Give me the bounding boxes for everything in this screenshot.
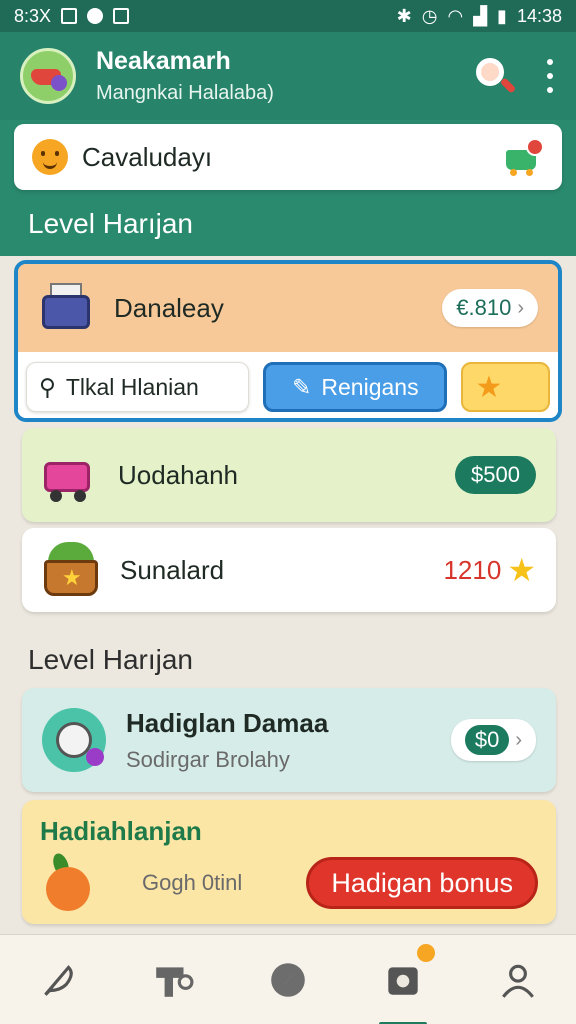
sub-tabs: ⚲ Tlkal Hlanian ✎ Renigans ★ bbox=[18, 352, 558, 418]
tab-star[interactable]: ★ bbox=[461, 362, 550, 412]
gallery-icon bbox=[61, 8, 78, 24]
nav-tools[interactable] bbox=[143, 950, 203, 1010]
score-value: 1210 bbox=[443, 554, 502, 585]
app-bar: Neakamarh Mangnkai Halalaba) bbox=[0, 32, 576, 120]
search-button[interactable] bbox=[472, 54, 517, 98]
carrot-icon bbox=[40, 851, 100, 913]
app-title: Neakamarh bbox=[96, 47, 231, 75]
chevron-right-icon: › bbox=[517, 296, 524, 319]
stroller-icon bbox=[42, 448, 98, 502]
nav-feather[interactable] bbox=[28, 950, 88, 1010]
leaf-icon: ⚲ bbox=[39, 373, 56, 400]
robot-toy-icon bbox=[42, 708, 106, 772]
feather-icon bbox=[43, 964, 73, 996]
printer-icon bbox=[38, 283, 94, 333]
promo-text: Hadiglan Damaa Sodirgar Brolahy bbox=[126, 708, 451, 773]
wifi-icon: ◠ bbox=[447, 5, 464, 26]
bonus-row: Gogh 0tinl Hadigan bonus bbox=[40, 851, 538, 913]
app-logo bbox=[20, 48, 76, 104]
veggie-basket-icon bbox=[42, 542, 100, 598]
status-time: 14:38 bbox=[516, 5, 562, 26]
nav-wallet[interactable] bbox=[373, 943, 436, 1024]
header-card[interactable]: Cavaludayı bbox=[14, 124, 562, 190]
product-price[interactable]: $500 bbox=[455, 456, 536, 494]
bottom-nav bbox=[0, 934, 576, 1024]
promo-price[interactable]: $0 › bbox=[450, 719, 536, 761]
bonus-subtitle: Gogh 0tinl bbox=[142, 870, 243, 895]
tab-label: Renigans bbox=[321, 373, 419, 400]
wallet-icon bbox=[388, 966, 418, 995]
tab-label: Tlkal Hlanian bbox=[65, 373, 199, 400]
promo-subtitle: Sodirgar Brolahy bbox=[126, 746, 290, 772]
section-title-level: Level Harıjan bbox=[28, 208, 193, 239]
tab-tlkal-hlanian[interactable]: ⚲ Tlkal Hlanian bbox=[26, 362, 250, 412]
product-label: Uodahanh bbox=[118, 459, 238, 490]
nav-compass[interactable] bbox=[258, 950, 318, 1010]
bonus-title: Hadiahlanjan bbox=[40, 816, 202, 846]
tools-icon bbox=[155, 966, 194, 997]
app-notification-icon bbox=[113, 8, 130, 24]
star-icon: ★ bbox=[507, 552, 536, 588]
price-value: €.810 bbox=[456, 295, 512, 320]
app-titles: Neakamarh Mangnkai Halalaba) bbox=[96, 47, 472, 105]
sun-face-icon bbox=[32, 139, 68, 175]
selected-product-row[interactable]: Danaleay €.810 › bbox=[18, 264, 558, 352]
battery-icon: ▮ bbox=[497, 5, 507, 26]
overflow-menu-button[interactable] bbox=[544, 59, 556, 93]
bonus-card[interactable]: Hadiahlanjan Gogh 0tinl Hadigan bonus bbox=[22, 800, 556, 924]
claim-bonus-button[interactable]: Hadigan bonus bbox=[306, 857, 538, 909]
product-card-2[interactable]: Sunalard 1210 ★ bbox=[22, 528, 556, 612]
nav-badge bbox=[417, 943, 436, 962]
alarm-icon: ◷ bbox=[421, 5, 438, 26]
status-bar: 8:3X ✱ ◷ ◠ ▟ ▮ 14:38 bbox=[0, 0, 576, 32]
pencil-icon: ✎ bbox=[292, 373, 312, 400]
nav-profile[interactable] bbox=[488, 950, 548, 1010]
selected-product-price[interactable]: €.810 › bbox=[442, 289, 538, 327]
notification-icon bbox=[87, 8, 104, 24]
product-score: 1210 ★ bbox=[443, 551, 536, 589]
product-card-1[interactable]: Uodahanh $500 bbox=[22, 428, 556, 522]
price-value: $0 bbox=[464, 725, 510, 755]
cart-icon[interactable] bbox=[502, 138, 544, 176]
product-label: Sunalard bbox=[120, 554, 225, 585]
star-icon: ★ bbox=[475, 370, 503, 404]
bluetooth-icon: ✱ bbox=[396, 5, 412, 26]
signal-icon: ▟ bbox=[473, 5, 488, 26]
cart-badge bbox=[526, 138, 544, 156]
promo-title: Hadiglan Damaa bbox=[126, 707, 329, 738]
promo-card[interactable]: Hadiglan Damaa Sodirgar Brolahy $0 › bbox=[22, 688, 556, 792]
selected-product-card[interactable]: Danaleay €.810 › ⚲ Tlkal Hlanian ✎ Renig… bbox=[14, 260, 562, 422]
selected-product-label: Danaleay bbox=[114, 292, 224, 323]
tab-renigans[interactable]: ✎ Renigans bbox=[263, 362, 448, 412]
profile-icon bbox=[502, 964, 535, 998]
chevron-right-icon: › bbox=[515, 728, 522, 751]
app-subtitle: Mangnkai Halalaba) bbox=[96, 82, 274, 104]
compass-icon bbox=[271, 962, 305, 997]
status-left-text: 8:3X bbox=[14, 5, 52, 26]
section-title-level-2: Level Harıjan bbox=[28, 644, 193, 675]
header-card-text: Cavaludayı bbox=[82, 141, 213, 172]
